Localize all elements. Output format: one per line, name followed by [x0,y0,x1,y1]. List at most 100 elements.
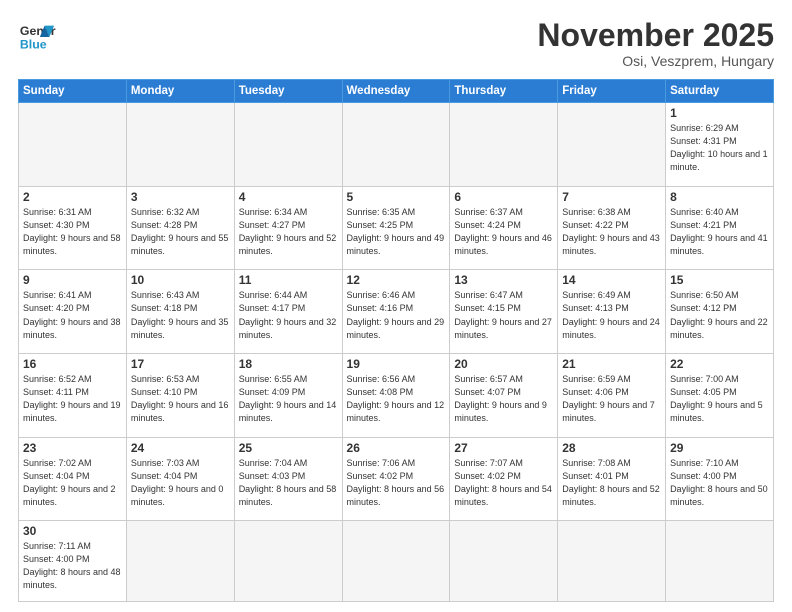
day-number: 24 [131,441,230,455]
calendar-cell: 11Sunrise: 6:44 AMSunset: 4:17 PMDayligh… [234,270,342,354]
calendar-cell: 1Sunrise: 6:29 AMSunset: 4:31 PMDaylight… [666,103,774,187]
day-info: Sunrise: 6:46 AMSunset: 4:16 PMDaylight:… [347,289,446,341]
weekday-header-row: Sunday Monday Tuesday Wednesday Thursday… [19,80,774,103]
day-info: Sunrise: 6:31 AMSunset: 4:30 PMDaylight:… [23,206,122,258]
day-number: 14 [562,273,661,287]
day-number: 9 [23,273,122,287]
day-number: 10 [131,273,230,287]
day-info: Sunrise: 7:10 AMSunset: 4:00 PMDaylight:… [670,457,769,509]
calendar-row: 2 Sunrise: 6:31 AMSunset: 4:30 PMDaylight… [19,186,774,270]
day-info: Sunrise: 6:56 AMSunset: 4:08 PMDaylight:… [347,373,446,425]
day-number: 13 [454,273,553,287]
day-number: 7 [562,190,661,204]
calendar-cell [19,103,127,187]
header-saturday: Saturday [666,80,774,103]
day-number: 19 [347,357,446,371]
day-info: Sunrise: 6:41 AMSunset: 4:20 PMDaylight:… [23,289,122,341]
calendar-cell [558,103,666,187]
calendar-cell: 13 Sunrise: 6:47 AMSunset: 4:15 PMDayligh… [450,270,558,354]
header-friday: Friday [558,80,666,103]
header-tuesday: Tuesday [234,80,342,103]
calendar-cell: 2 Sunrise: 6:31 AMSunset: 4:30 PMDaylight… [19,186,127,270]
calendar-cell: 25 Sunrise: 7:04 AMSunset: 4:03 PMDayligh… [234,437,342,521]
calendar-cell: 17 Sunrise: 6:53 AMSunset: 4:10 PMDayligh… [126,354,234,438]
calendar-cell: 10 Sunrise: 6:43 AMSunset: 4:18 PMDayligh… [126,270,234,354]
calendar-cell: 19 Sunrise: 6:56 AMSunset: 4:08 PMDayligh… [342,354,450,438]
calendar-cell: 20Sunrise: 6:57 AMSunset: 4:07 PMDayligh… [450,354,558,438]
day-info: Sunrise: 7:03 AMSunset: 4:04 PMDaylight:… [131,457,230,509]
day-number: 17 [131,357,230,371]
day-info: Sunrise: 6:55 AMSunset: 4:09 PMDaylight:… [239,373,338,425]
header-sunday: Sunday [19,80,127,103]
day-number: 29 [670,441,769,455]
calendar-cell [234,521,342,602]
calendar-cell: 28 Sunrise: 7:08 AMSunset: 4:01 PMDayligh… [558,437,666,521]
calendar-table: Sunday Monday Tuesday Wednesday Thursday… [18,79,774,602]
day-info: Sunrise: 7:11 AMSunset: 4:00 PMDaylight:… [23,540,122,592]
day-number: 22 [670,357,769,371]
day-number: 27 [454,441,553,455]
day-number: 4 [239,190,338,204]
header-wednesday: Wednesday [342,80,450,103]
calendar-cell [666,521,774,602]
day-number: 6 [454,190,553,204]
day-info: Sunrise: 6:44 AMSunset: 4:17 PMDaylight:… [239,289,338,341]
day-info: Sunrise: 6:34 AMSunset: 4:27 PMDaylight:… [239,206,338,258]
title-block: November 2025 Osi, Veszprem, Hungary [537,18,774,69]
calendar-cell [342,521,450,602]
calendar-cell [450,103,558,187]
day-info: Sunrise: 6:40 AMSunset: 4:21 PMDaylight:… [670,206,769,258]
calendar-cell: 29 Sunrise: 7:10 AMSunset: 4:00 PMDayligh… [666,437,774,521]
day-info: Sunrise: 7:04 AMSunset: 4:03 PMDaylight:… [239,457,338,509]
day-info: Sunrise: 7:00 AMSunset: 4:05 PMDaylight:… [670,373,769,425]
page: General Blue November 2025 Osi, Veszprem… [0,0,792,612]
day-info: Sunrise: 6:32 AMSunset: 4:28 PMDaylight:… [131,206,230,258]
day-number: 8 [670,190,769,204]
day-number: 16 [23,357,122,371]
header: General Blue November 2025 Osi, Veszprem… [18,18,774,69]
calendar-cell: 12 Sunrise: 6:46 AMSunset: 4:16 PMDayligh… [342,270,450,354]
day-info: Sunrise: 6:53 AMSunset: 4:10 PMDaylight:… [131,373,230,425]
header-monday: Monday [126,80,234,103]
calendar-cell: 9 Sunrise: 6:41 AMSunset: 4:20 PMDaylight… [19,270,127,354]
calendar-row: 16 Sunrise: 6:52 AMSunset: 4:11 PMDayligh… [19,354,774,438]
day-number: 5 [347,190,446,204]
day-number: 2 [23,190,122,204]
day-number: 18 [239,357,338,371]
day-info: Sunrise: 6:38 AMSunset: 4:22 PMDaylight:… [562,206,661,258]
calendar-cell: 6 Sunrise: 6:37 AMSunset: 4:24 PMDaylight… [450,186,558,270]
calendar-cell [450,521,558,602]
calendar-cell [126,521,234,602]
day-number: 28 [562,441,661,455]
day-number: 30 [23,524,122,538]
day-number: 25 [239,441,338,455]
day-info: Sunrise: 6:47 AMSunset: 4:15 PMDaylight:… [454,289,553,341]
calendar-cell: 14 Sunrise: 6:49 AMSunset: 4:13 PMDayligh… [558,270,666,354]
calendar-cell: 18 Sunrise: 6:55 AMSunset: 4:09 PMDayligh… [234,354,342,438]
calendar-cell [126,103,234,187]
calendar-row: 30 Sunrise: 7:11 AMSunset: 4:00 PMDayligh… [19,521,774,602]
calendar-cell: 8 Sunrise: 6:40 AMSunset: 4:21 PMDaylight… [666,186,774,270]
calendar-cell [234,103,342,187]
month-title: November 2025 [537,18,774,53]
logo-icon: General Blue [18,18,56,56]
day-info: Sunrise: 6:50 AMSunset: 4:12 PMDaylight:… [670,289,769,341]
calendar-cell: 16 Sunrise: 6:52 AMSunset: 4:11 PMDayligh… [19,354,127,438]
calendar-cell: 26Sunrise: 7:06 AMSunset: 4:02 PMDayligh… [342,437,450,521]
calendar-cell: 15Sunrise: 6:50 AMSunset: 4:12 PMDayligh… [666,270,774,354]
day-info: Sunrise: 7:06 AMSunset: 4:02 PMDaylight:… [347,457,446,509]
calendar-cell: 24 Sunrise: 7:03 AMSunset: 4:04 PMDayligh… [126,437,234,521]
calendar-cell: 7 Sunrise: 6:38 AMSunset: 4:22 PMDaylight… [558,186,666,270]
calendar-row: 9 Sunrise: 6:41 AMSunset: 4:20 PMDaylight… [19,270,774,354]
day-info: Sunrise: 6:49 AMSunset: 4:13 PMDaylight:… [562,289,661,341]
location-subtitle: Osi, Veszprem, Hungary [537,53,774,69]
calendar-cell [342,103,450,187]
day-info: Sunrise: 6:43 AMSunset: 4:18 PMDaylight:… [131,289,230,341]
day-info: Sunrise: 6:37 AMSunset: 4:24 PMDaylight:… [454,206,553,258]
calendar-cell: 27 Sunrise: 7:07 AMSunset: 4:02 PMDayligh… [450,437,558,521]
calendar-cell: 21Sunrise: 6:59 AMSunset: 4:06 PMDayligh… [558,354,666,438]
day-info: Sunrise: 7:08 AMSunset: 4:01 PMDaylight:… [562,457,661,509]
day-info: Sunrise: 6:52 AMSunset: 4:11 PMDaylight:… [23,373,122,425]
day-info: Sunrise: 7:07 AMSunset: 4:02 PMDaylight:… [454,457,553,509]
day-number: 12 [347,273,446,287]
